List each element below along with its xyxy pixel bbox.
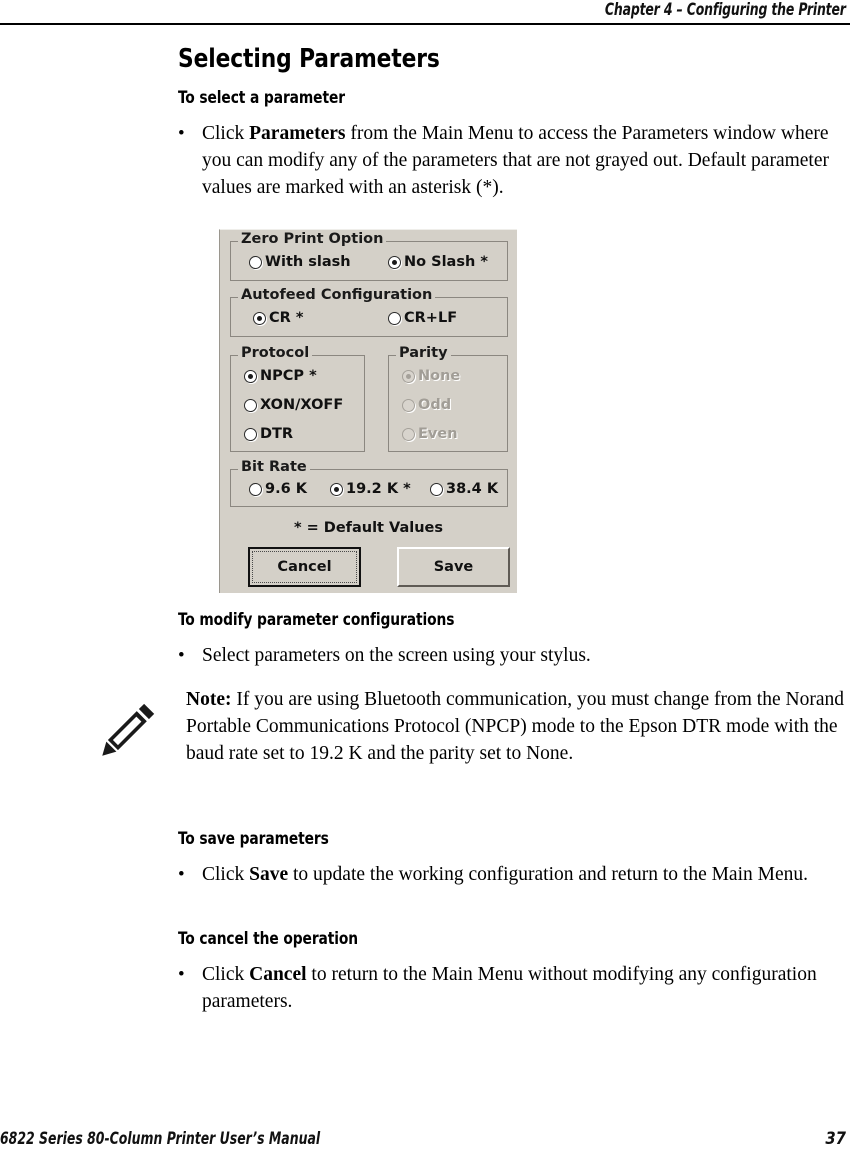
group-label-protocol: Protocol	[238, 345, 313, 361]
radio-label: Odd	[418, 397, 452, 413]
bullet-text: Click Parameters from the Main Menu to a…	[202, 120, 850, 201]
radio-icon	[430, 482, 443, 496]
group-protocol: Protocol NPCP * XON/XOFF DTR	[230, 345, 365, 452]
page-title: Selecting Parameters	[178, 44, 440, 74]
bullet-text-bold: Parameters	[249, 123, 346, 144]
save-button-label: Save	[433, 559, 474, 575]
page-number: 37	[825, 1129, 846, 1148]
radio-label: With slash	[265, 254, 351, 270]
save-button[interactable]: Save	[397, 547, 510, 587]
cancel-button[interactable]: Cancel	[248, 547, 361, 587]
bullet-text: Click Save to update the working configu…	[202, 861, 850, 888]
radio-icon	[402, 427, 415, 441]
group-parity: Parity None Odd Even	[388, 345, 508, 452]
radio-dtr[interactable]: DTR	[244, 426, 293, 442]
radio-icon	[253, 311, 266, 325]
radio-parity-odd: Odd	[402, 397, 451, 413]
list-item: • Click Parameters from the Main Menu to…	[178, 120, 850, 201]
radio-label: No Slash *	[404, 254, 488, 270]
radio-label: 38.4 K	[446, 481, 499, 497]
bullet-text-suffix: to update the working configuration and …	[288, 864, 808, 885]
default-values-legend: * = Default Values	[293, 520, 444, 536]
subheading-to-save-parameters: To save parameters	[178, 829, 329, 848]
group-label-autofeed-configuration: Autofeed Configuration	[238, 287, 436, 303]
bullet-text: Select parameters on the screen using yo…	[202, 645, 591, 666]
page-header: Chapter 4 – Configuring the Printer	[0, 0, 850, 26]
manual-title: 6822 Series 80-Column Printer User’s Man…	[0, 1129, 321, 1148]
subheading-to-cancel-the-operation: To cancel the operation	[178, 929, 359, 948]
pencil-icon	[98, 686, 186, 765]
note-body: If you are using Bluetooth communication…	[186, 689, 844, 764]
radio-with-slash[interactable]: With slash	[249, 254, 351, 270]
radio-icon	[330, 482, 343, 496]
bullet-text: Click Cancel to return to the Main Menu …	[202, 961, 850, 1015]
radio-icon	[249, 482, 262, 496]
list-item: • Click Cancel to return to the Main Men…	[178, 961, 850, 1015]
radio-label: 19.2 K *	[346, 481, 411, 497]
cancel-button-label: Cancel	[277, 559, 332, 575]
radio-parity-none: None	[402, 368, 460, 384]
radio-label: 9.6 K	[265, 481, 307, 497]
bullet-select-parameter: • Click Parameters from the Main Menu to…	[178, 120, 850, 201]
radio-bitrate-19200[interactable]: 19.2 K *	[330, 481, 411, 497]
radio-icon	[388, 255, 401, 269]
radio-icon	[402, 369, 415, 383]
header-rule	[0, 23, 850, 25]
bullet-text-bold: Save	[249, 864, 289, 885]
radio-cr-lf[interactable]: CR+LF	[388, 310, 457, 326]
page-footer: 6822 Series 80-Column Printer User’s Man…	[0, 1129, 850, 1153]
bullet-text-prefix: Click	[202, 864, 250, 885]
radio-label: CR *	[269, 310, 304, 326]
group-label-parity: Parity	[396, 345, 451, 361]
bullet-marker: •	[178, 123, 185, 144]
bullet-text-prefix: Click	[202, 123, 250, 144]
radio-no-slash[interactable]: No Slash *	[388, 254, 488, 270]
bullet-text-prefix: Click	[202, 964, 250, 985]
radio-label: NPCP *	[260, 368, 317, 384]
parameters-dialog-screenshot: Zero Print Option With slash No Slash * …	[219, 229, 517, 593]
group-label-zero-print-option: Zero Print Option	[238, 231, 387, 247]
list-item: • Click Save to update the working confi…	[178, 861, 850, 888]
radio-label: XON/XOFF	[260, 397, 344, 413]
group-label-bit-rate: Bit Rate	[238, 459, 310, 475]
bullet-marker: •	[178, 864, 185, 885]
note-label: Note:	[186, 689, 232, 710]
radio-npcp[interactable]: NPCP *	[244, 368, 317, 384]
radio-icon	[244, 398, 257, 412]
radio-icon	[244, 427, 257, 441]
note-text: Note: If you are using Bluetooth communi…	[186, 686, 850, 767]
group-zero-print-option: Zero Print Option With slash No Slash *	[230, 231, 508, 281]
list-item: • Select parameters on the screen using …	[178, 642, 850, 669]
radio-label: Even	[418, 426, 458, 442]
bullet-save-parameters: • Click Save to update the working confi…	[178, 861, 850, 888]
radio-icon	[249, 255, 262, 269]
subheading-to-modify-parameter-configurations: To modify parameter configurations	[178, 610, 455, 629]
radio-icon	[388, 311, 401, 325]
radio-parity-even: Even	[402, 426, 458, 442]
group-bit-rate: Bit Rate 9.6 K 19.2 K * 38.4 K	[230, 459, 508, 507]
chapter-running-head: Chapter 4 – Configuring the Printer	[605, 0, 846, 19]
bullet-text-bold: Cancel	[249, 964, 307, 985]
radio-label: DTR	[260, 426, 294, 442]
radio-bitrate-9600[interactable]: 9.6 K	[249, 481, 307, 497]
bullet-marker: •	[178, 964, 185, 985]
bullet-modify-parameters: • Select parameters on the screen using …	[178, 642, 850, 669]
radio-label: None	[418, 368, 461, 384]
bullet-cancel-operation: • Click Cancel to return to the Main Men…	[178, 961, 850, 1015]
subheading-to-select-a-parameter: To select a parameter	[178, 88, 345, 107]
bullet-marker: •	[178, 645, 185, 666]
group-autofeed-configuration: Autofeed Configuration CR * CR+LF	[230, 287, 508, 337]
radio-bitrate-38400[interactable]: 38.4 K	[430, 481, 498, 497]
radio-label: CR+LF	[404, 310, 458, 326]
radio-cr[interactable]: CR *	[253, 310, 303, 326]
radio-icon	[402, 398, 415, 412]
radio-xon-xoff[interactable]: XON/XOFF	[244, 397, 343, 413]
radio-icon	[244, 369, 257, 383]
note-block: Note: If you are using Bluetooth communi…	[98, 686, 850, 767]
